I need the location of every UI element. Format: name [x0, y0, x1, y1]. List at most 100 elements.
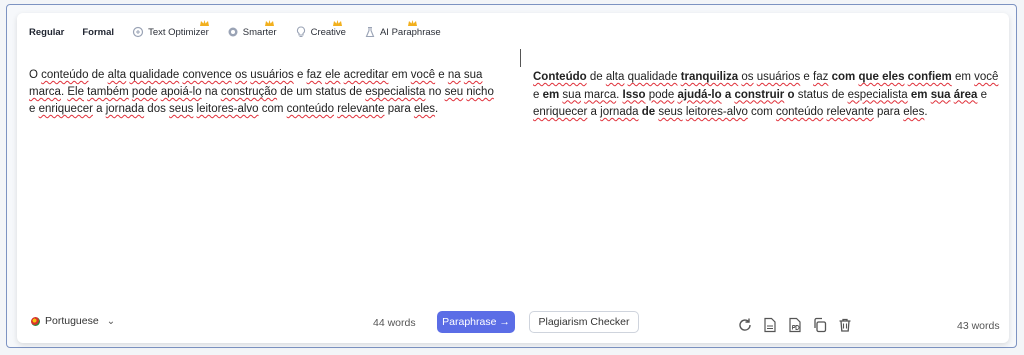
flagged-word[interactable]: confiem: [908, 71, 952, 83]
screenshot-frame: Regular Formal Text Optimizer Smarter Cr…: [6, 4, 1017, 348]
flagged-word[interactable]: os: [235, 69, 247, 81]
language-selector[interactable]: Portuguese ⌄: [31, 315, 115, 327]
flagged-word[interactable]: convence: [183, 69, 232, 81]
chevron-down-icon: ⌄: [106, 315, 116, 327]
flagged-word[interactable]: pode: [132, 86, 158, 98]
flagged-word[interactable]: pode: [649, 89, 675, 101]
text-segment: dos: [144, 103, 170, 115]
flagged-word[interactable]: seu: [445, 86, 464, 98]
ai-paraphrase-icon: [364, 26, 376, 38]
flagged-word[interactable]: você: [411, 69, 435, 81]
flagged-word[interactable]: apoiá-lo: [161, 86, 202, 98]
flagged-word[interactable]: leitores-alvo: [686, 106, 748, 118]
text-segment: na: [201, 86, 221, 98]
text-segment: em: [388, 69, 411, 81]
download-pdf-icon[interactable]: [787, 317, 803, 333]
flagged-word[interactable]: Conteúdo: [533, 71, 587, 83]
flagged-word[interactable]: jornada: [106, 103, 144, 115]
optimizer-icon: [132, 26, 144, 38]
flagged-word[interactable]: enriquecer: [533, 106, 587, 118]
refresh-icon[interactable]: [737, 317, 753, 333]
mode-regular[interactable]: Regular: [29, 27, 64, 38]
mode-formal[interactable]: Formal: [82, 27, 114, 38]
flagged-word[interactable]: conteúdo: [41, 69, 88, 81]
flagged-word[interactable]: que eles: [858, 71, 904, 83]
mode-creative[interactable]: Creative: [295, 20, 346, 38]
flagged-word[interactable]: eles: [903, 106, 924, 118]
mode-ai-paraphrase[interactable]: AI Paraphrase: [364, 20, 441, 38]
text-segment: o: [787, 88, 795, 101]
flagged-word[interactable]: construir: [734, 89, 784, 101]
text-segment: status de: [794, 88, 848, 101]
plagiarism-checker-button[interactable]: Plagiarism Checker: [529, 311, 639, 333]
flagged-word[interactable]: relevante: [827, 106, 874, 118]
flagged-word[interactable]: tranquiliza: [681, 71, 739, 83]
flagged-word[interactable]: sua: [931, 89, 951, 101]
flagged-word[interactable]: leitores-alvo: [197, 103, 259, 115]
smarter-icon: [227, 26, 239, 38]
flagged-word[interactable]: seus: [169, 103, 193, 115]
flagged-word[interactable]: usuários: [250, 69, 293, 81]
text-segment: de: [88, 69, 108, 81]
mode-label: Regular: [29, 26, 65, 38]
flagged-word[interactable]: qualidade: [129, 69, 179, 81]
flagged-word[interactable]: Isso: [623, 89, 646, 101]
output-word-count: 43 words: [957, 320, 1000, 332]
flagged-word[interactable]: os: [741, 71, 753, 83]
text-segment: para: [384, 103, 414, 115]
flagged-word[interactable]: acreditar: [344, 69, 389, 81]
mode-label: Text Optimizer: [148, 26, 209, 38]
text-segment: a: [92, 103, 106, 115]
flagged-word[interactable]: marca: [584, 89, 616, 101]
language-label: Portuguese: [45, 315, 99, 327]
flagged-word[interactable]: sua: [464, 69, 483, 81]
text-segment: no: [425, 86, 445, 98]
input-text-area[interactable]: O conteúdo de alta qualidade convence os…: [29, 67, 499, 118]
text-segment: e: [977, 88, 987, 101]
mode-text-optimizer[interactable]: Text Optimizer: [132, 20, 210, 38]
paraphrase-button[interactable]: Paraphrase →: [437, 311, 515, 333]
portugal-flag-icon: [31, 316, 40, 326]
flagged-word[interactable]: relevante: [337, 103, 384, 115]
flagged-word[interactable]: especialista: [365, 86, 425, 98]
flagged-word[interactable]: enriquecer: [39, 103, 93, 115]
flagged-word[interactable]: conteúdo: [776, 106, 823, 118]
flagged-word[interactable]: também: [87, 86, 129, 98]
flagged-word[interactable]: faz: [307, 69, 322, 81]
flagged-word[interactable]: qualidade: [628, 71, 678, 83]
copy-icon[interactable]: [812, 317, 828, 333]
flagged-word[interactable]: conteúdo: [287, 103, 334, 115]
mode-bar: Regular Formal Text Optimizer Smarter Cr…: [29, 20, 459, 43]
flagged-word[interactable]: alta: [108, 69, 127, 81]
flagged-word[interactable]: nicho: [466, 86, 494, 98]
flagged-word[interactable]: alta: [606, 71, 625, 83]
flagged-word[interactable]: na: [448, 69, 461, 81]
download-doc-icon[interactable]: [762, 317, 778, 333]
flagged-word[interactable]: você: [974, 71, 998, 83]
flagged-word[interactable]: eles: [414, 103, 435, 115]
flagged-word[interactable]: especialista: [848, 89, 908, 101]
flagged-word[interactable]: seus: [658, 106, 682, 118]
output-text-area[interactable]: Conteúdo de alta qualidade tranquiliza o…: [533, 69, 1003, 122]
premium-crown-icon: [332, 20, 342, 26]
text-segment: .: [924, 106, 928, 118]
flagged-word[interactable]: ele: [325, 69, 340, 81]
text-segment: a: [587, 106, 601, 118]
trash-icon[interactable]: [837, 317, 853, 333]
text-segment: e: [800, 71, 814, 83]
text-segment: e: [435, 69, 448, 81]
flagged-word[interactable]: faz: [813, 71, 828, 83]
flagged-word[interactable]: sua: [562, 89, 581, 101]
text-segment: com: [747, 106, 776, 118]
flagged-word[interactable]: Ele: [67, 86, 84, 98]
text-segment: e: [533, 88, 543, 101]
mode-label: Formal: [82, 26, 115, 38]
flagged-word[interactable]: área: [954, 89, 978, 101]
flagged-word[interactable]: construção: [221, 86, 277, 98]
flagged-word[interactable]: usuários: [757, 71, 800, 83]
flagged-word[interactable]: marca: [29, 86, 61, 98]
mode-label: Creative: [310, 26, 346, 38]
flagged-word[interactable]: jornada: [600, 106, 638, 118]
mode-smarter[interactable]: Smarter: [227, 20, 277, 38]
flagged-word[interactable]: ajudá-lo: [678, 89, 722, 101]
